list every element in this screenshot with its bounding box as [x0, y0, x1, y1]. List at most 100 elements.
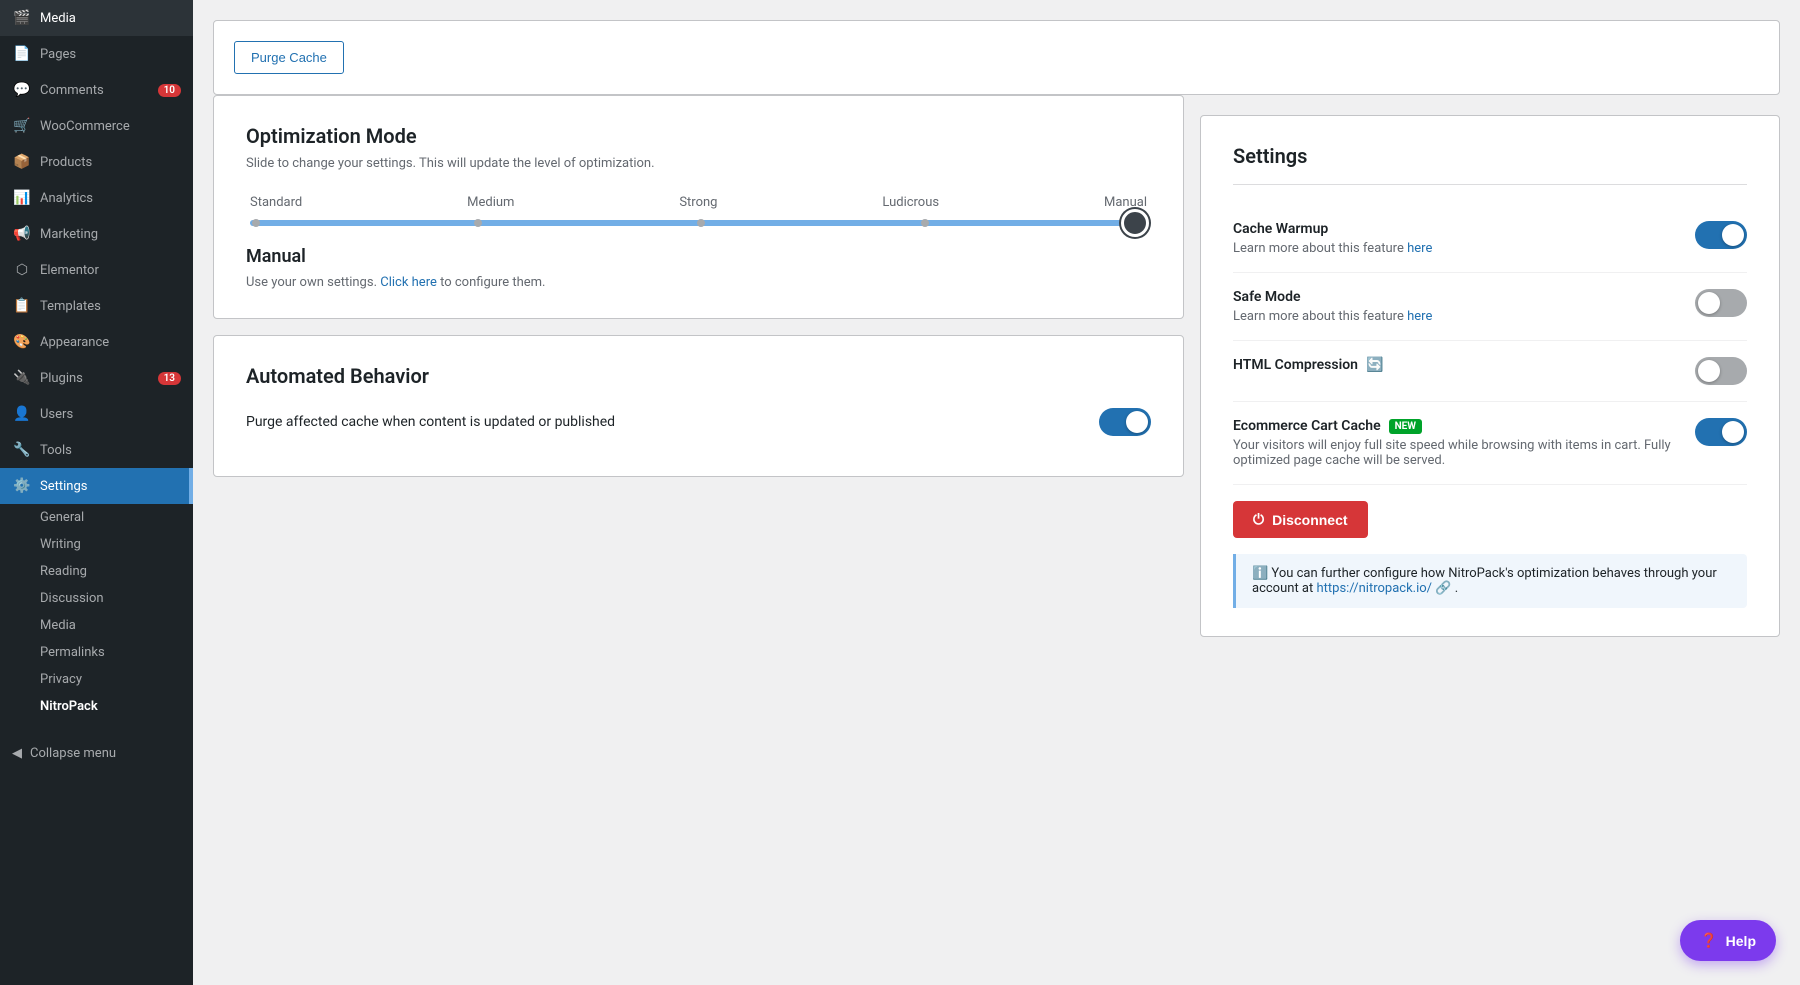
sidebar-item-label: Media — [40, 11, 76, 26]
collapse-menu[interactable]: ◀ Collapse menu — [0, 736, 193, 771]
plugins-badge: 13 — [158, 372, 181, 385]
slider-label-ludicrous: Ludicrous — [882, 195, 939, 210]
sidebar-item-appearance[interactable]: 🎨 Appearance — [0, 324, 193, 360]
cache-warmup-content: Cache Warmup Learn more about this featu… — [1233, 221, 1679, 256]
slider-tick-2 — [697, 219, 705, 227]
slider-thumb[interactable] — [1121, 209, 1149, 237]
html-compression-title: HTML Compression 🔄 — [1233, 357, 1679, 373]
tools-icon: 🔧 — [12, 440, 32, 460]
templates-icon: 📋 — [12, 296, 32, 316]
external-link-icon: 🔗 — [1435, 581, 1451, 596]
ecommerce-cart-toggle-slider — [1695, 418, 1747, 446]
sidebar-item-elementor[interactable]: ⬡ Elementor — [0, 252, 193, 288]
power-icon: ⏻ — [1253, 511, 1264, 528]
collapse-icon: ◀ — [12, 746, 22, 761]
sidebar: 🎬 Media 📄 Pages 💬 Comments 10 🛒 WooComme… — [0, 0, 193, 985]
mode-description: Use your own settings. Click here to con… — [246, 275, 1151, 290]
automated-purge-toggle-slider — [1099, 408, 1151, 436]
automated-row-purge: Purge affected cache when content is upd… — [246, 396, 1151, 448]
sidebar-item-media[interactable]: 🎬 Media — [0, 0, 193, 36]
optimization-slider-track[interactable] — [250, 220, 1147, 226]
sidebar-item-settings[interactable]: ⚙️ Settings — [0, 468, 193, 504]
slider-labels: Standard Medium Strong Ludicrous Manual — [246, 195, 1151, 210]
sidebar-sub-discussion[interactable]: Discussion — [0, 585, 193, 612]
slider-label-medium: Medium — [467, 195, 514, 210]
sidebar-item-pages[interactable]: 📄 Pages — [0, 36, 193, 72]
sidebar-item-label: Users — [40, 407, 73, 422]
safe-mode-toggle[interactable] — [1695, 289, 1747, 317]
nitropack-link[interactable]: https://nitropack.io/ — [1316, 581, 1432, 596]
sidebar-item-products[interactable]: 📦 Products — [0, 144, 193, 180]
click-here-link[interactable]: Click here — [380, 275, 437, 290]
automated-behavior-title: Automated Behavior — [246, 364, 1151, 388]
sidebar-item-label: Templates — [40, 299, 101, 314]
sidebar-item-label: Marketing — [40, 227, 98, 242]
cache-warmup-toggle[interactable] — [1695, 221, 1747, 249]
automated-behavior-card: Automated Behavior Purge affected cache … — [213, 335, 1184, 477]
sidebar-item-templates[interactable]: 📋 Templates — [0, 288, 193, 324]
comments-badge: 10 — [158, 84, 181, 97]
sidebar-sub-general[interactable]: General — [0, 504, 193, 531]
optimization-mode-subtitle: Slide to change your settings. This will… — [246, 156, 1151, 171]
sidebar-sub-reading[interactable]: Reading — [0, 558, 193, 585]
cache-warmup-toggle-slider — [1695, 221, 1747, 249]
sidebar-item-tools[interactable]: 🔧 Tools — [0, 432, 193, 468]
html-compression-toggle[interactable] — [1695, 357, 1747, 385]
safe-mode-link[interactable]: here — [1407, 309, 1432, 324]
slider-tick-1 — [474, 219, 482, 227]
slider-tick-0 — [252, 219, 260, 227]
users-icon: 👤 — [12, 404, 32, 424]
settings-card-title: Settings — [1233, 144, 1747, 185]
sidebar-item-plugins[interactable]: 🔌 Plugins 13 — [0, 360, 193, 396]
marketing-icon: 📢 — [12, 224, 32, 244]
sidebar-item-woocommerce[interactable]: 🛒 WooCommerce — [0, 108, 193, 144]
sidebar-item-analytics[interactable]: 📊 Analytics — [0, 180, 193, 216]
sidebar-sub-media[interactable]: Media — [0, 612, 193, 639]
settings-row-cache-warmup: Cache Warmup Learn more about this featu… — [1233, 205, 1747, 273]
sidebar-item-label: Analytics — [40, 191, 93, 206]
elementor-icon: ⬡ — [12, 260, 32, 280]
ecommerce-cart-content: Ecommerce Cart Cache New Your visitors w… — [1233, 418, 1679, 468]
sidebar-item-label: WooCommerce — [40, 119, 130, 134]
ecommerce-cart-desc: Your visitors will enjoy full site speed… — [1233, 438, 1679, 468]
cache-warmup-link[interactable]: here — [1407, 241, 1432, 256]
optimization-mode-title: Optimization Mode — [246, 124, 1151, 148]
safe-mode-desc: Learn more about this feature here — [1233, 309, 1679, 324]
sidebar-item-label: Settings — [40, 479, 87, 494]
disconnect-button[interactable]: ⏻ Disconnect — [1233, 501, 1368, 538]
html-compression-toggle-slider — [1695, 357, 1747, 385]
optimization-slider-container: Standard Medium Strong Ludicrous Manual — [246, 195, 1151, 226]
sidebar-sub-permalinks[interactable]: Permalinks — [0, 639, 193, 666]
analytics-icon: 📊 — [12, 188, 32, 208]
woocommerce-icon: 🛒 — [12, 116, 32, 136]
refresh-icon[interactable]: 🔄 — [1366, 357, 1383, 373]
sidebar-sub-privacy[interactable]: Privacy — [0, 666, 193, 693]
sidebar-item-comments[interactable]: 💬 Comments 10 — [0, 72, 193, 108]
sidebar-sub-nitropack[interactable]: NitroPack — [0, 693, 193, 720]
safe-mode-title: Safe Mode — [1233, 289, 1679, 305]
comments-icon: 💬 — [12, 80, 32, 100]
right-column: Settings Cache Warmup Learn more about t… — [1200, 95, 1780, 965]
safe-mode-toggle-slider — [1695, 289, 1747, 317]
automated-purge-toggle[interactable] — [1099, 408, 1151, 436]
current-mode-title: Manual — [246, 246, 1151, 267]
purge-cache-button[interactable]: Purge Cache — [234, 41, 344, 74]
sidebar-item-label: Pages — [40, 47, 76, 62]
new-badge: New — [1389, 419, 1422, 434]
html-compression-content: HTML Compression 🔄 — [1233, 357, 1679, 377]
sidebar-item-label: Plugins — [40, 371, 83, 386]
help-button[interactable]: ❓ Help — [1680, 920, 1776, 961]
ecommerce-cart-toggle[interactable] — [1695, 418, 1747, 446]
sidebar-item-marketing[interactable]: 📢 Marketing — [0, 216, 193, 252]
slider-fill — [250, 220, 1137, 226]
cache-warmup-desc: Learn more about this feature here — [1233, 241, 1679, 256]
sidebar-item-users[interactable]: 👤 Users — [0, 396, 193, 432]
safe-mode-content: Safe Mode Learn more about this feature … — [1233, 289, 1679, 324]
sidebar-item-label: Tools — [40, 443, 72, 458]
purge-cache-top-card: Purge Cache — [213, 20, 1780, 95]
slider-label-standard: Standard — [250, 195, 302, 210]
sidebar-sub-writing[interactable]: Writing — [0, 531, 193, 558]
optimization-mode-card: Optimization Mode Slide to change your s… — [213, 95, 1184, 319]
settings-row-html-compression: HTML Compression 🔄 — [1233, 341, 1747, 402]
slider-tick-3 — [921, 219, 929, 227]
